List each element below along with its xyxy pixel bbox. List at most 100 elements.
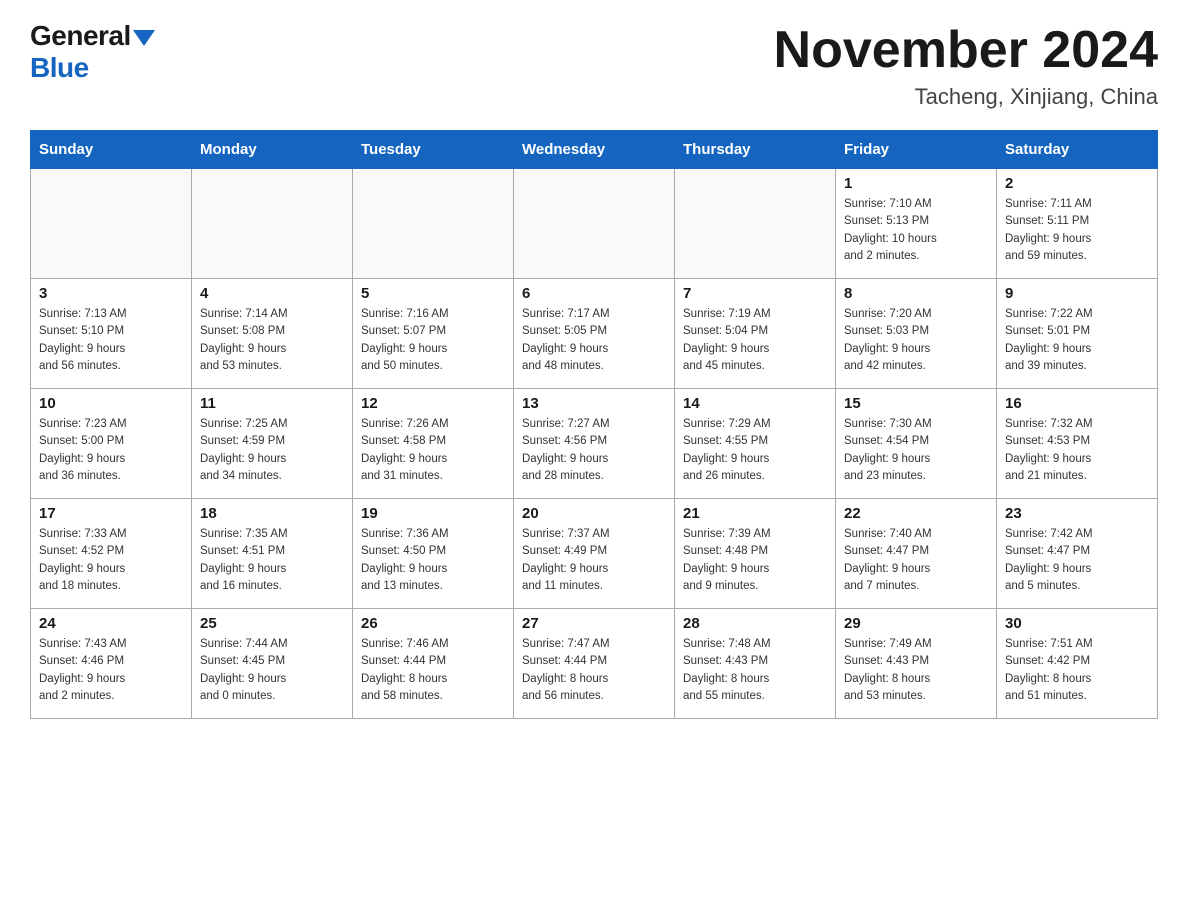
day-info: Sunrise: 7:32 AM Sunset: 4:53 PM Dayligh… <box>1005 416 1149 485</box>
calendar-cell: 18 Sunrise: 7:35 AM Sunset: 4:51 PM Dayli… <box>192 499 353 609</box>
day-info: Sunrise: 7:39 AM Sunset: 4:48 PM Dayligh… <box>683 526 827 595</box>
day-info: Sunrise: 7:37 AM Sunset: 4:49 PM Dayligh… <box>522 526 666 595</box>
day-number: 12 <box>361 395 505 412</box>
day-info: Sunrise: 7:42 AM Sunset: 4:47 PM Dayligh… <box>1005 526 1149 595</box>
calendar-table: SundayMondayTuesdayWednesdayThursdayFrid… <box>30 130 1158 719</box>
location-subtitle: Tacheng, Xinjiang, China <box>774 84 1158 110</box>
calendar-cell: 11 Sunrise: 7:25 AM Sunset: 4:59 PM Dayli… <box>192 389 353 499</box>
weekday-header-friday: Friday <box>836 131 997 169</box>
calendar-cell: 5 Sunrise: 7:16 AM Sunset: 5:07 PM Daylig… <box>353 279 514 389</box>
day-number: 13 <box>522 395 666 412</box>
day-number: 6 <box>522 285 666 302</box>
day-info: Sunrise: 7:19 AM Sunset: 5:04 PM Dayligh… <box>683 306 827 375</box>
day-number: 25 <box>200 615 344 632</box>
calendar-cell: 16 Sunrise: 7:32 AM Sunset: 4:53 PM Dayli… <box>997 389 1158 499</box>
day-number: 24 <box>39 615 183 632</box>
day-number: 3 <box>39 285 183 302</box>
day-info: Sunrise: 7:20 AM Sunset: 5:03 PM Dayligh… <box>844 306 988 375</box>
logo-triangle-icon <box>133 26 155 48</box>
day-number: 7 <box>683 285 827 302</box>
day-number: 17 <box>39 505 183 522</box>
day-number: 5 <box>361 285 505 302</box>
calendar-cell: 20Sunrise: 7:37 AM Sunset: 4:49 PM Dayli… <box>514 499 675 609</box>
day-number: 23 <box>1005 505 1149 522</box>
day-number: 9 <box>1005 285 1149 302</box>
calendar-cell: 30Sunrise: 7:51 AM Sunset: 4:42 PM Dayli… <box>997 609 1158 719</box>
calendar-cell: 27 Sunrise: 7:47 AM Sunset: 4:44 PM Dayli… <box>514 609 675 719</box>
day-info: Sunrise: 7:46 AM Sunset: 4:44 PM Dayligh… <box>361 636 505 705</box>
calendar-cell: 9 Sunrise: 7:22 AM Sunset: 5:01 PM Daylig… <box>997 279 1158 389</box>
weekday-header-monday: Monday <box>192 131 353 169</box>
calendar-cell: 3 Sunrise: 7:13 AM Sunset: 5:10 PM Daylig… <box>31 279 192 389</box>
day-info: Sunrise: 7:48 AM Sunset: 4:43 PM Dayligh… <box>683 636 827 705</box>
weekday-header-thursday: Thursday <box>675 131 836 169</box>
calendar-cell: 7 Sunrise: 7:19 AM Sunset: 5:04 PM Daylig… <box>675 279 836 389</box>
calendar-cell: 19 Sunrise: 7:36 AM Sunset: 4:50 PM Dayli… <box>353 499 514 609</box>
weekday-header-sunday: Sunday <box>31 131 192 169</box>
calendar-cell: 23 Sunrise: 7:42 AM Sunset: 4:47 PM Dayli… <box>997 499 1158 609</box>
calendar-cell <box>353 169 514 279</box>
calendar-cell: 6Sunrise: 7:17 AM Sunset: 5:05 PM Daylig… <box>514 279 675 389</box>
day-info: Sunrise: 7:51 AM Sunset: 4:42 PM Dayligh… <box>1005 636 1149 705</box>
calendar-cell: 4Sunrise: 7:14 AM Sunset: 5:08 PM Daylig… <box>192 279 353 389</box>
week-row-4: 17 Sunrise: 7:33 AM Sunset: 4:52 PM Dayli… <box>31 499 1158 609</box>
day-number: 2 <box>1005 175 1149 192</box>
day-info: Sunrise: 7:26 AM Sunset: 4:58 PM Dayligh… <box>361 416 505 485</box>
week-row-2: 3 Sunrise: 7:13 AM Sunset: 5:10 PM Daylig… <box>31 279 1158 389</box>
day-number: 11 <box>200 395 344 412</box>
calendar-cell: 8 Sunrise: 7:20 AM Sunset: 5:03 PM Daylig… <box>836 279 997 389</box>
day-number: 15 <box>844 395 988 412</box>
day-info: Sunrise: 7:25 AM Sunset: 4:59 PM Dayligh… <box>200 416 344 485</box>
logo-general-text: General <box>30 20 131 52</box>
calendar-cell <box>31 169 192 279</box>
calendar-cell: 1 Sunrise: 7:10 AM Sunset: 5:13 PM Daylig… <box>836 169 997 279</box>
logo-blue-text: Blue <box>30 52 89 84</box>
calendar-cell: 13Sunrise: 7:27 AM Sunset: 4:56 PM Dayli… <box>514 389 675 499</box>
day-number: 1 <box>844 175 988 192</box>
day-info: Sunrise: 7:13 AM Sunset: 5:10 PM Dayligh… <box>39 306 183 375</box>
week-row-5: 24 Sunrise: 7:43 AM Sunset: 4:46 PM Dayli… <box>31 609 1158 719</box>
calendar-cell: 25 Sunrise: 7:44 AM Sunset: 4:45 PM Dayli… <box>192 609 353 719</box>
day-info: Sunrise: 7:35 AM Sunset: 4:51 PM Dayligh… <box>200 526 344 595</box>
week-row-1: 1 Sunrise: 7:10 AM Sunset: 5:13 PM Daylig… <box>31 169 1158 279</box>
calendar-cell: 2 Sunrise: 7:11 AM Sunset: 5:11 PM Daylig… <box>997 169 1158 279</box>
day-number: 22 <box>844 505 988 522</box>
day-number: 18 <box>200 505 344 522</box>
calendar-cell <box>192 169 353 279</box>
day-info: Sunrise: 7:22 AM Sunset: 5:01 PM Dayligh… <box>1005 306 1149 375</box>
calendar-cell: 24 Sunrise: 7:43 AM Sunset: 4:46 PM Dayli… <box>31 609 192 719</box>
weekday-header-row: SundayMondayTuesdayWednesdayThursdayFrid… <box>31 131 1158 169</box>
day-info: Sunrise: 7:40 AM Sunset: 4:47 PM Dayligh… <box>844 526 988 595</box>
calendar-cell: 28Sunrise: 7:48 AM Sunset: 4:43 PM Dayli… <box>675 609 836 719</box>
calendar-cell <box>514 169 675 279</box>
day-info: Sunrise: 7:49 AM Sunset: 4:43 PM Dayligh… <box>844 636 988 705</box>
day-number: 21 <box>683 505 827 522</box>
calendar-cell: 22 Sunrise: 7:40 AM Sunset: 4:47 PM Dayli… <box>836 499 997 609</box>
day-info: Sunrise: 7:10 AM Sunset: 5:13 PM Dayligh… <box>844 196 988 265</box>
day-info: Sunrise: 7:11 AM Sunset: 5:11 PM Dayligh… <box>1005 196 1149 265</box>
day-number: 29 <box>844 615 988 632</box>
calendar-cell: 15 Sunrise: 7:30 AM Sunset: 4:54 PM Dayli… <box>836 389 997 499</box>
day-info: Sunrise: 7:47 AM Sunset: 4:44 PM Dayligh… <box>522 636 666 705</box>
day-info: Sunrise: 7:16 AM Sunset: 5:07 PM Dayligh… <box>361 306 505 375</box>
day-info: Sunrise: 7:44 AM Sunset: 4:45 PM Dayligh… <box>200 636 344 705</box>
calendar-cell: 10Sunrise: 7:23 AM Sunset: 5:00 PM Dayli… <box>31 389 192 499</box>
day-number: 8 <box>844 285 988 302</box>
calendar-cell: 29 Sunrise: 7:49 AM Sunset: 4:43 PM Dayli… <box>836 609 997 719</box>
day-info: Sunrise: 7:29 AM Sunset: 4:55 PM Dayligh… <box>683 416 827 485</box>
day-number: 26 <box>361 615 505 632</box>
day-info: Sunrise: 7:33 AM Sunset: 4:52 PM Dayligh… <box>39 526 183 595</box>
day-info: Sunrise: 7:36 AM Sunset: 4:50 PM Dayligh… <box>361 526 505 595</box>
day-number: 16 <box>1005 395 1149 412</box>
calendar-cell: 17 Sunrise: 7:33 AM Sunset: 4:52 PM Dayli… <box>31 499 192 609</box>
weekday-header-wednesday: Wednesday <box>514 131 675 169</box>
day-info: Sunrise: 7:23 AM Sunset: 5:00 PM Dayligh… <box>39 416 183 485</box>
day-info: Sunrise: 7:43 AM Sunset: 4:46 PM Dayligh… <box>39 636 183 705</box>
calendar-cell: 21 Sunrise: 7:39 AM Sunset: 4:48 PM Dayli… <box>675 499 836 609</box>
day-number: 19 <box>361 505 505 522</box>
day-info: Sunrise: 7:30 AM Sunset: 4:54 PM Dayligh… <box>844 416 988 485</box>
calendar-cell: 12 Sunrise: 7:26 AM Sunset: 4:58 PM Dayli… <box>353 389 514 499</box>
calendar-cell: 14Sunrise: 7:29 AM Sunset: 4:55 PM Dayli… <box>675 389 836 499</box>
page-header: General Blue November 2024 Tacheng, Xinj… <box>30 20 1158 110</box>
day-number: 27 <box>522 615 666 632</box>
